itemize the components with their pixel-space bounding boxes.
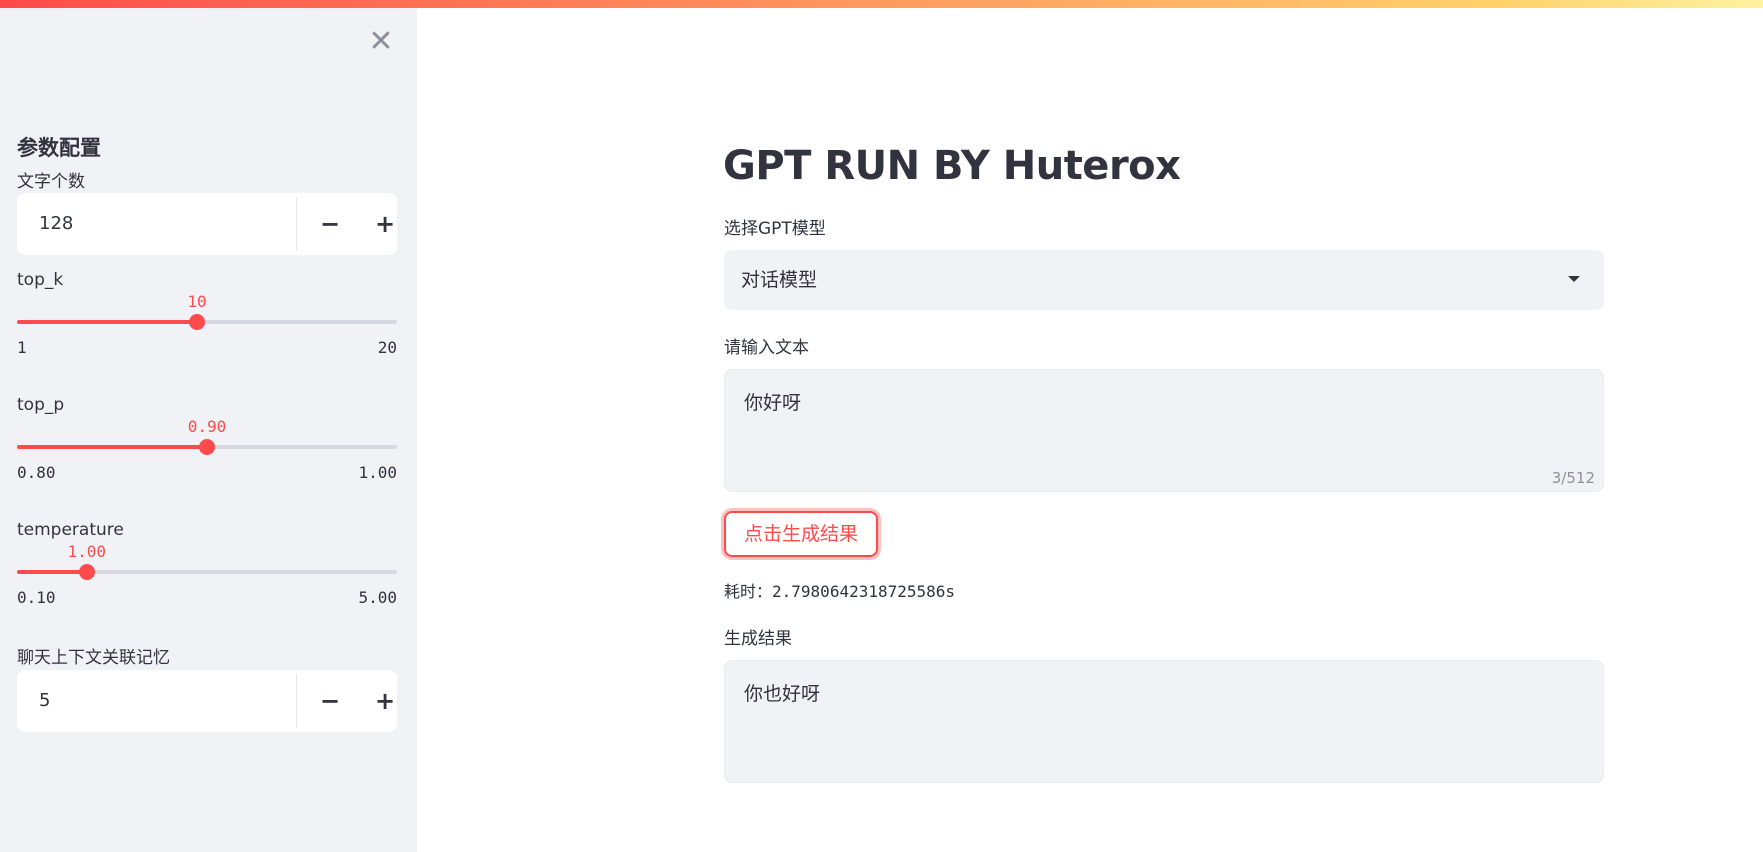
close-icon[interactable]: ✕ <box>367 27 395 57</box>
temperature-fill <box>17 570 87 574</box>
memory-decrement-button[interactable]: − <box>302 674 358 728</box>
top-p-fill <box>17 445 207 449</box>
page-title: GPT RUN BY Huterox <box>723 143 1181 189</box>
elapsed-time: 耗时：2.7980642318725586s <box>724 578 955 602</box>
model-select[interactable]: 对话模型 <box>724 250 1604 310</box>
top-k-current-value: 10 <box>187 292 207 311</box>
length-label: 文字个数 <box>17 172 85 192</box>
elapsed-time-value: 2.7980642318725586s <box>772 582 956 601</box>
top-p-current-value: 0.90 <box>187 417 227 436</box>
top-k-slider[interactable]: 10 1 20 <box>17 292 397 362</box>
temperature-slider[interactable]: 1.00 0.10 5.00 <box>17 542 397 612</box>
length-input-field[interactable]: 128 <box>21 197 297 251</box>
temperature-thumb[interactable] <box>78 564 95 580</box>
top-p-max: 1.00 <box>358 463 397 482</box>
output-textarea[interactable]: 你也好呀 <box>724 660 1604 783</box>
top-p-label: top_p <box>17 395 65 415</box>
top-k-fill <box>17 320 197 324</box>
length-number-input: 128 − + <box>17 193 397 255</box>
length-decrement-button[interactable]: − <box>302 197 358 251</box>
temperature-min: 0.10 <box>17 588 56 607</box>
top-k-track[interactable] <box>17 314 397 330</box>
length-increment-button[interactable]: + <box>357 197 413 251</box>
generate-button[interactable]: 点击生成结果 <box>724 511 878 557</box>
sidebar: ✕ 参数配置 文字个数 128 − + top_k 10 1 20 top_p … <box>0 8 417 852</box>
top-p-min: 0.80 <box>17 463 56 482</box>
character-counter: 3/512 <box>1551 469 1595 487</box>
top-p-track[interactable] <box>17 439 397 455</box>
memory-label: 聊天上下文关联记忆 <box>17 648 170 668</box>
top-k-min: 1 <box>17 338 27 357</box>
memory-number-input: 5 − + <box>17 670 397 732</box>
top-k-max: 20 <box>377 338 397 357</box>
model-select-value: 对话模型 <box>741 269 818 291</box>
input-label: 请输入文本 <box>724 338 809 358</box>
chevron-down-icon <box>1568 276 1580 282</box>
input-textarea[interactable]: 你好呀 3/512 <box>724 369 1604 492</box>
temperature-track[interactable] <box>17 564 397 580</box>
model-select-label: 选择GPT模型 <box>724 219 826 239</box>
top-p-thumb[interactable] <box>199 439 215 455</box>
output-text-value: 你也好呀 <box>744 683 821 705</box>
top-k-label: top_k <box>17 270 64 290</box>
top-p-slider[interactable]: 0.90 0.80 1.00 <box>17 417 397 487</box>
output-label: 生成结果 <box>724 629 792 649</box>
sidebar-heading: 参数配置 <box>17 136 101 160</box>
temperature-max: 5.00 <box>358 588 397 607</box>
temperature-current-value: 1.00 <box>67 542 107 561</box>
elapsed-time-label: 耗时： <box>724 582 773 601</box>
input-text-value: 你好呀 <box>744 392 802 414</box>
top-k-thumb[interactable] <box>189 314 205 330</box>
temperature-label: temperature <box>17 520 124 540</box>
memory-increment-button[interactable]: + <box>357 674 413 728</box>
memory-input-field[interactable]: 5 <box>21 674 297 728</box>
top-decoration-bar <box>0 0 1763 8</box>
